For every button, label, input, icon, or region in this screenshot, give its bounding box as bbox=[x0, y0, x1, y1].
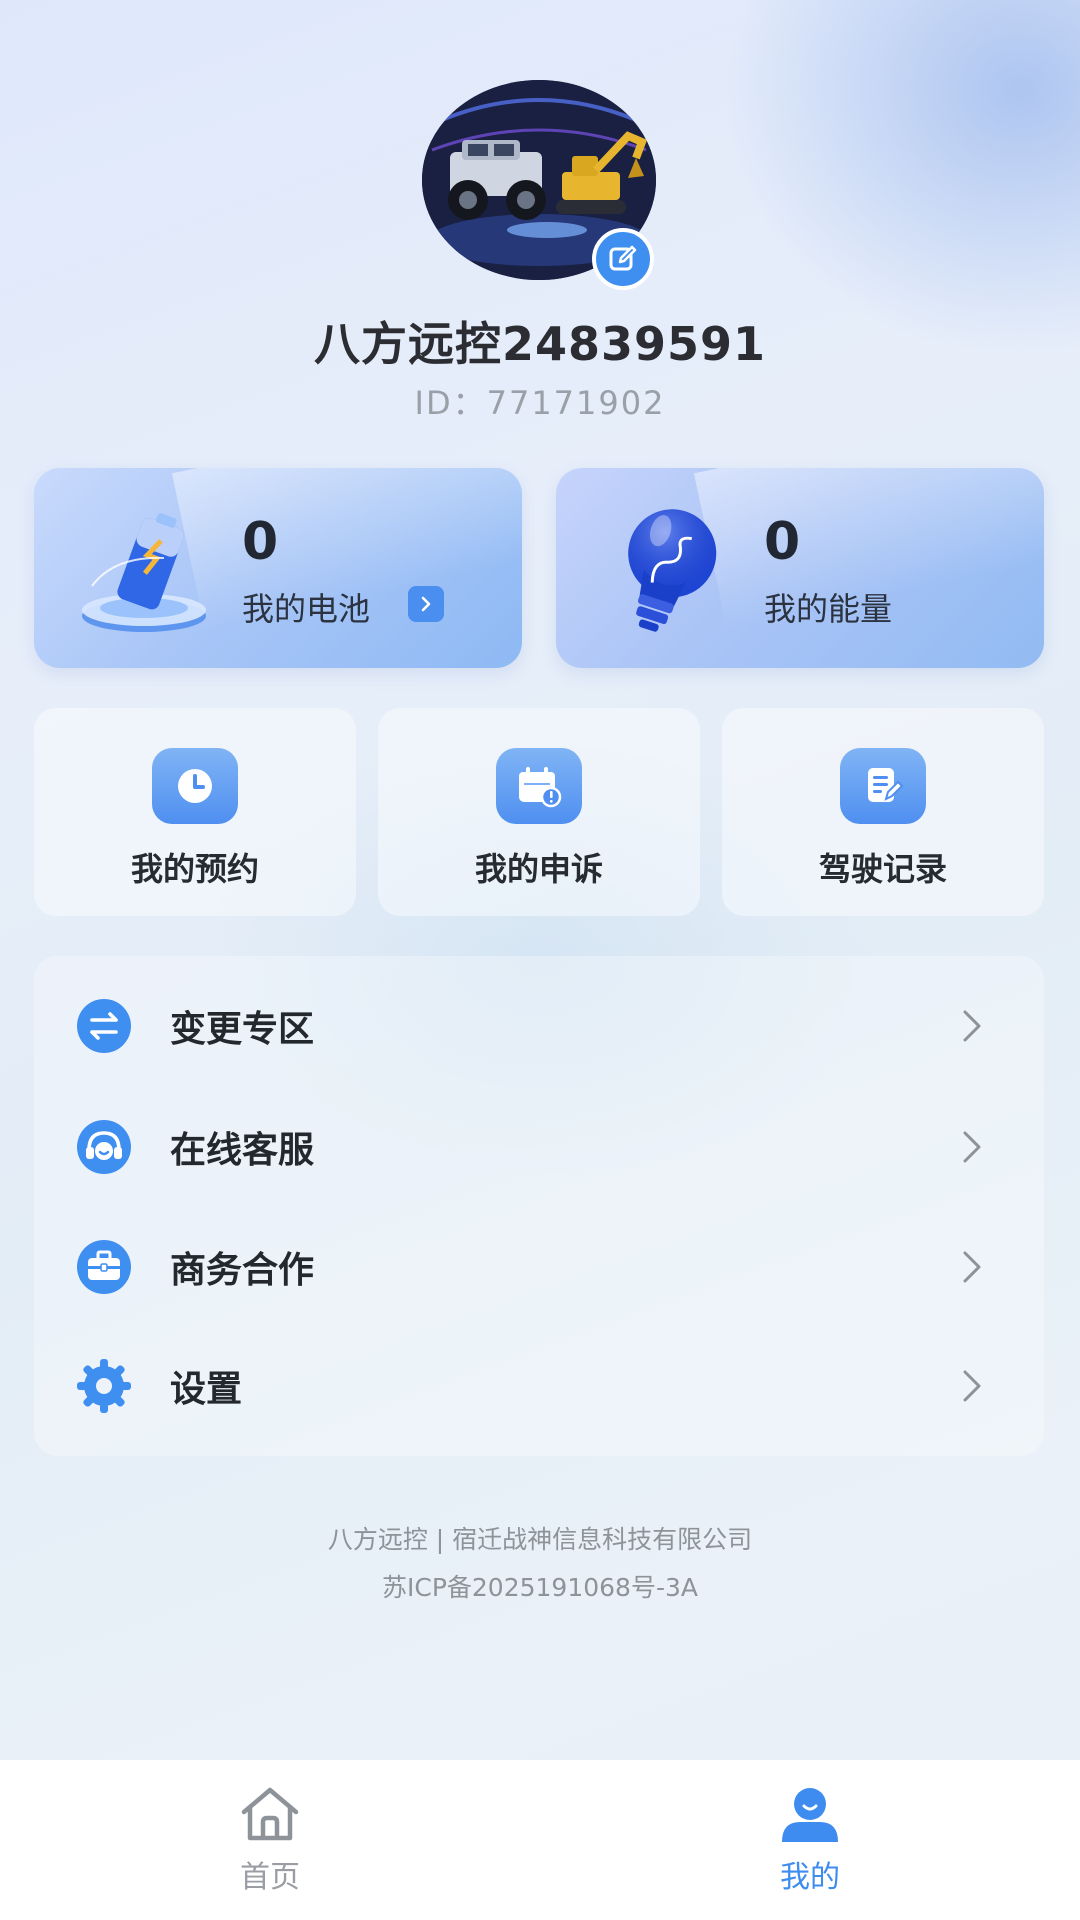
menu-list: 变更专区 在线客服 商务合作 设置 bbox=[34, 956, 1044, 1456]
user-icon bbox=[782, 1788, 838, 1842]
chevron-right-icon bbox=[963, 1251, 981, 1283]
clock-icon bbox=[178, 769, 212, 803]
chevron-right-icon bbox=[963, 1370, 981, 1402]
energy-card[interactable]: 0 我的能量 bbox=[556, 468, 1044, 668]
edit-avatar-button[interactable] bbox=[592, 228, 654, 290]
home-icon bbox=[241, 1787, 299, 1841]
company-info: 八方远控 | 宿迁战神信息科技有限公司 bbox=[327, 1525, 753, 1554]
tab-mine[interactable]: 我的 bbox=[540, 1760, 1080, 1920]
appeals-button[interactable]: 我的申诉 bbox=[378, 708, 700, 916]
headset-icon bbox=[77, 1120, 131, 1174]
edit-icon bbox=[609, 245, 637, 271]
briefcase-icon bbox=[77, 1240, 131, 1294]
driving-records-label: 驾驶记录 bbox=[818, 850, 947, 888]
appeals-label: 我的申诉 bbox=[474, 850, 603, 888]
menu-item-label: 商务合作 bbox=[170, 1250, 315, 1291]
lightbulb-icon bbox=[628, 509, 717, 632]
gear-icon bbox=[77, 1359, 131, 1413]
battery-label: 我的电池 bbox=[242, 590, 371, 628]
quick-icon-box bbox=[496, 748, 582, 824]
icp-license: 苏ICP备2025191068号-3A bbox=[382, 1573, 698, 1602]
energy-label: 我的能量 bbox=[764, 590, 893, 628]
bottom-tab-bar: 首页 我的 bbox=[0, 1760, 1080, 1920]
menu-item-customer-service[interactable]: 在线客服 bbox=[34, 1087, 1044, 1207]
quick-icon-box bbox=[840, 748, 926, 824]
username: 八方远控24839591 bbox=[313, 317, 767, 371]
chevron-right-icon bbox=[963, 1010, 981, 1042]
document-edit-icon bbox=[868, 768, 904, 802]
battery-icon bbox=[82, 513, 206, 632]
tab-home[interactable]: 首页 bbox=[0, 1760, 540, 1920]
menu-item-label: 变更专区 bbox=[170, 1009, 315, 1050]
menu-item-label: 设置 bbox=[170, 1369, 243, 1410]
user-id: ID：77171902 bbox=[414, 384, 666, 422]
chevron-right-icon bbox=[421, 596, 431, 612]
calendar-alert-icon bbox=[519, 767, 562, 808]
quick-icon-box bbox=[152, 748, 238, 824]
menu-item-label: 在线客服 bbox=[170, 1130, 315, 1171]
chevron-right-icon bbox=[963, 1131, 981, 1163]
energy-value: 0 bbox=[764, 512, 801, 572]
appointments-label: 我的预约 bbox=[130, 850, 259, 888]
menu-item-change-zone[interactable]: 变更专区 bbox=[34, 966, 1044, 1086]
menu-item-business[interactable]: 商务合作 bbox=[34, 1207, 1044, 1327]
driving-records-button[interactable]: 驾驶记录 bbox=[722, 708, 1044, 916]
tab-label: 我的 bbox=[780, 1860, 840, 1895]
tab-label: 首页 bbox=[240, 1860, 300, 1895]
battery-card[interactable]: 0 我的电池 bbox=[34, 468, 522, 668]
swap-icon bbox=[77, 999, 131, 1053]
appointments-button[interactable]: 我的预约 bbox=[34, 708, 356, 916]
battery-detail-button[interactable] bbox=[408, 586, 444, 622]
menu-item-settings[interactable]: 设置 bbox=[34, 1326, 1044, 1446]
battery-value: 0 bbox=[242, 512, 279, 572]
profile-header bbox=[422, 80, 656, 290]
